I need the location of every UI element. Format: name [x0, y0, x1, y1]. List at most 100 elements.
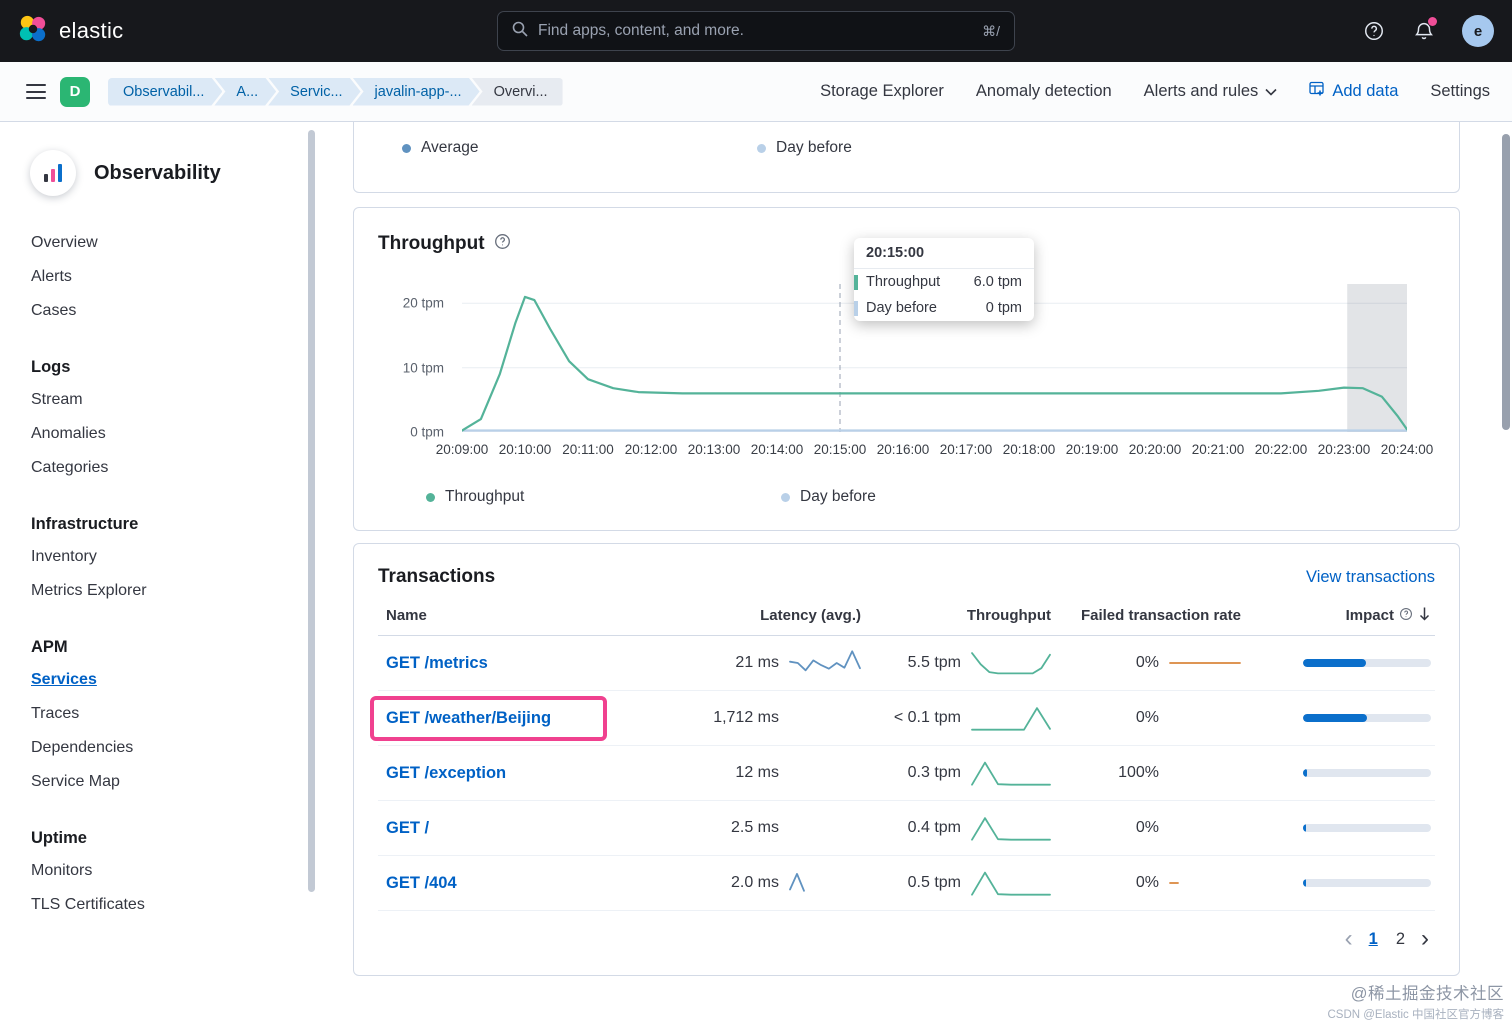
- tooltip-series-color: [854, 274, 858, 290]
- failed-rate-cell-value: 100%: [1118, 764, 1159, 781]
- transaction-link-get-metrics[interactable]: GET /metrics: [386, 654, 488, 673]
- breadcrumb-item-5[interactable]: Overvi...: [471, 77, 563, 106]
- nav-tab-storage-explorer[interactable]: Storage Explorer: [820, 82, 944, 101]
- latency-cell-value: 12 ms: [735, 764, 779, 781]
- tooltip-series-label: Day before: [866, 300, 937, 316]
- y-axis-label: 0 tpm: [410, 424, 444, 440]
- tooltip-series-color: [854, 300, 858, 316]
- sidebar-section-header-logs: Logs: [31, 358, 71, 376]
- failed-rate-cell-value: 0%: [1135, 654, 1159, 671]
- legend-label: Day before: [800, 488, 876, 505]
- throughput-cell: 0.4 tpm: [865, 813, 1055, 843]
- latency-cell: 2.5 ms: [665, 813, 865, 843]
- transactions-header-row: Name Latency (avg.) Throughput Failed trans…: [378, 600, 1435, 636]
- table-row-get-404: GET /404 2.0 ms 0.5 tpm 0%: [378, 856, 1435, 911]
- nav-tab-alerts-and-rules[interactable]: Alerts and rules: [1144, 82, 1278, 101]
- nav-tab-settings[interactable]: Settings: [1430, 82, 1490, 101]
- help-icon[interactable]: [1362, 19, 1386, 43]
- menu-icon[interactable]: [26, 84, 46, 99]
- space-badge[interactable]: D: [60, 76, 90, 107]
- nav-tab-add-data[interactable]: Add data: [1309, 81, 1398, 102]
- sparkline: [789, 650, 861, 672]
- failed-rate-cell-spark: [1169, 703, 1241, 733]
- view-transactions-link[interactable]: View transactions: [1306, 568, 1435, 587]
- breadcrumb-item-3[interactable]: Servic...: [268, 78, 360, 106]
- global-header: elastic Find apps, content, and more. ⌘/: [0, 0, 1512, 62]
- pagination-next-icon[interactable]: ›: [1421, 927, 1429, 951]
- user-avatar[interactable]: e: [1462, 15, 1494, 47]
- sort-desc-icon[interactable]: [1418, 606, 1431, 625]
- tooltip-series-label: Throughput: [866, 274, 941, 290]
- global-search-input[interactable]: Find apps, content, and more. ⌘/: [497, 11, 1015, 51]
- pagination-prev-icon[interactable]: ‹: [1345, 927, 1353, 951]
- sidebar-item-categories[interactable]: Categories: [0, 451, 320, 485]
- legend-dot: [757, 143, 766, 153]
- annotation-band: [1347, 284, 1407, 432]
- sidebar-item-dependencies[interactable]: Dependencies: [0, 731, 320, 765]
- transaction-link-get-404[interactable]: GET /404: [386, 874, 457, 893]
- failed-rate-cell-value: 0%: [1135, 819, 1159, 836]
- notifications-bell-icon[interactable]: [1412, 17, 1437, 43]
- solution-title: Observability: [94, 161, 221, 184]
- transaction-link-get[interactable]: GET /: [386, 819, 429, 838]
- legend-label: Day before: [776, 139, 852, 156]
- transaction-link-get-exception[interactable]: GET /exception: [386, 764, 506, 783]
- nav-tab-anomaly-detection[interactable]: Anomaly detection: [976, 82, 1112, 101]
- sidebar-item-monitors[interactable]: Monitors: [0, 854, 320, 888]
- sidebar-item-tls-certificates[interactable]: TLS Certificates: [0, 888, 320, 922]
- sidebar-item-inventory[interactable]: Inventory: [0, 540, 320, 574]
- impact-bar: [1303, 879, 1431, 887]
- pagination-page-1[interactable]: 1: [1367, 930, 1380, 949]
- sidebar-item-stream[interactable]: Stream: [0, 383, 320, 417]
- failed-rate-cell-spark: [1169, 758, 1241, 788]
- sidebar-item-service-map[interactable]: Service Map: [0, 765, 320, 799]
- legend-item-throughput: Throughput: [426, 488, 781, 506]
- impact-bar-fill: [1303, 769, 1307, 777]
- impact-bar: [1303, 769, 1431, 777]
- breadcrumb-item-1[interactable]: Observabil...: [108, 78, 222, 106]
- sidebar-item-traces[interactable]: Traces: [0, 697, 320, 731]
- sidebar-item-services[interactable]: Services: [0, 663, 320, 697]
- sidebar-item-metrics-explorer[interactable]: Metrics Explorer: [0, 574, 320, 608]
- elastic-logo-icon: [18, 14, 48, 49]
- watermark: @稀土掘金技术社区 CSDN @Elastic 中国社区官方博客: [1327, 980, 1504, 1022]
- elastic-brand[interactable]: elastic: [18, 14, 123, 49]
- impact-cell: [1245, 879, 1435, 887]
- throughput-chart[interactable]: 20:15:00 Throughput 6.0 tpm Day before 0 tpm…: [403, 238, 1433, 457]
- sidebar-section-main: Overview Alerts Cases: [0, 226, 320, 328]
- latency-cell-spark: [789, 703, 861, 733]
- pagination-page-2[interactable]: 2: [1394, 930, 1407, 949]
- breadcrumb-item-2[interactable]: A...: [214, 78, 276, 106]
- latency-cell: 2.0 ms: [665, 868, 865, 898]
- impact-bar-fill: [1303, 659, 1366, 667]
- impact-bar: [1303, 659, 1431, 667]
- nav-tabs: Storage Explorer Anomaly detection Alerts …: [820, 81, 1490, 102]
- page-scrollbar[interactable]: [1502, 134, 1510, 430]
- throughput-help-icon[interactable]: [494, 233, 511, 255]
- impact-cell: [1245, 659, 1435, 667]
- legend-label: Average: [421, 139, 479, 156]
- transaction-link-get-weather-beijing[interactable]: GET /weather/Beijing: [370, 695, 608, 741]
- sidebar-item-alerts[interactable]: Alerts: [0, 260, 320, 294]
- sidebar-scrollbar[interactable]: [308, 130, 315, 892]
- throughput-cell-value: 0.5 tpm: [907, 874, 961, 891]
- sidebar-item-overview[interactable]: Overview: [0, 226, 320, 260]
- throughput-legend: Throughput Day before: [378, 488, 1435, 506]
- sidebar-item-anomalies[interactable]: Anomalies: [0, 417, 320, 451]
- impact-cell: [1245, 769, 1435, 777]
- legend-item-day-before: Day before: [781, 488, 876, 506]
- impact-bar-fill: [1303, 824, 1306, 832]
- latency-cell: 21 ms: [665, 648, 865, 678]
- column-header-throughput: Throughput: [966, 607, 1051, 624]
- impact-bar: [1303, 824, 1431, 832]
- sidebar-section-infrastructure: Infrastructure Inventory Metrics Explorer: [0, 507, 320, 608]
- latency-cell-spark: [789, 868, 861, 898]
- sidebar-section-logs: Logs Stream Anomalies Categories: [0, 350, 320, 485]
- sidebar-nav: Overview Alerts Cases Logs Stream Anomalies Ca…: [0, 226, 320, 922]
- throughput-cell: 0.3 tpm: [865, 758, 1055, 788]
- throughput-cell-spark: [971, 648, 1051, 678]
- breadcrumb-item-4[interactable]: javalin-app-...: [353, 78, 480, 106]
- sparkline: [789, 873, 805, 892]
- sidebar-item-cases[interactable]: Cases: [0, 294, 320, 328]
- throughput-cell: < 0.1 tpm: [865, 703, 1055, 733]
